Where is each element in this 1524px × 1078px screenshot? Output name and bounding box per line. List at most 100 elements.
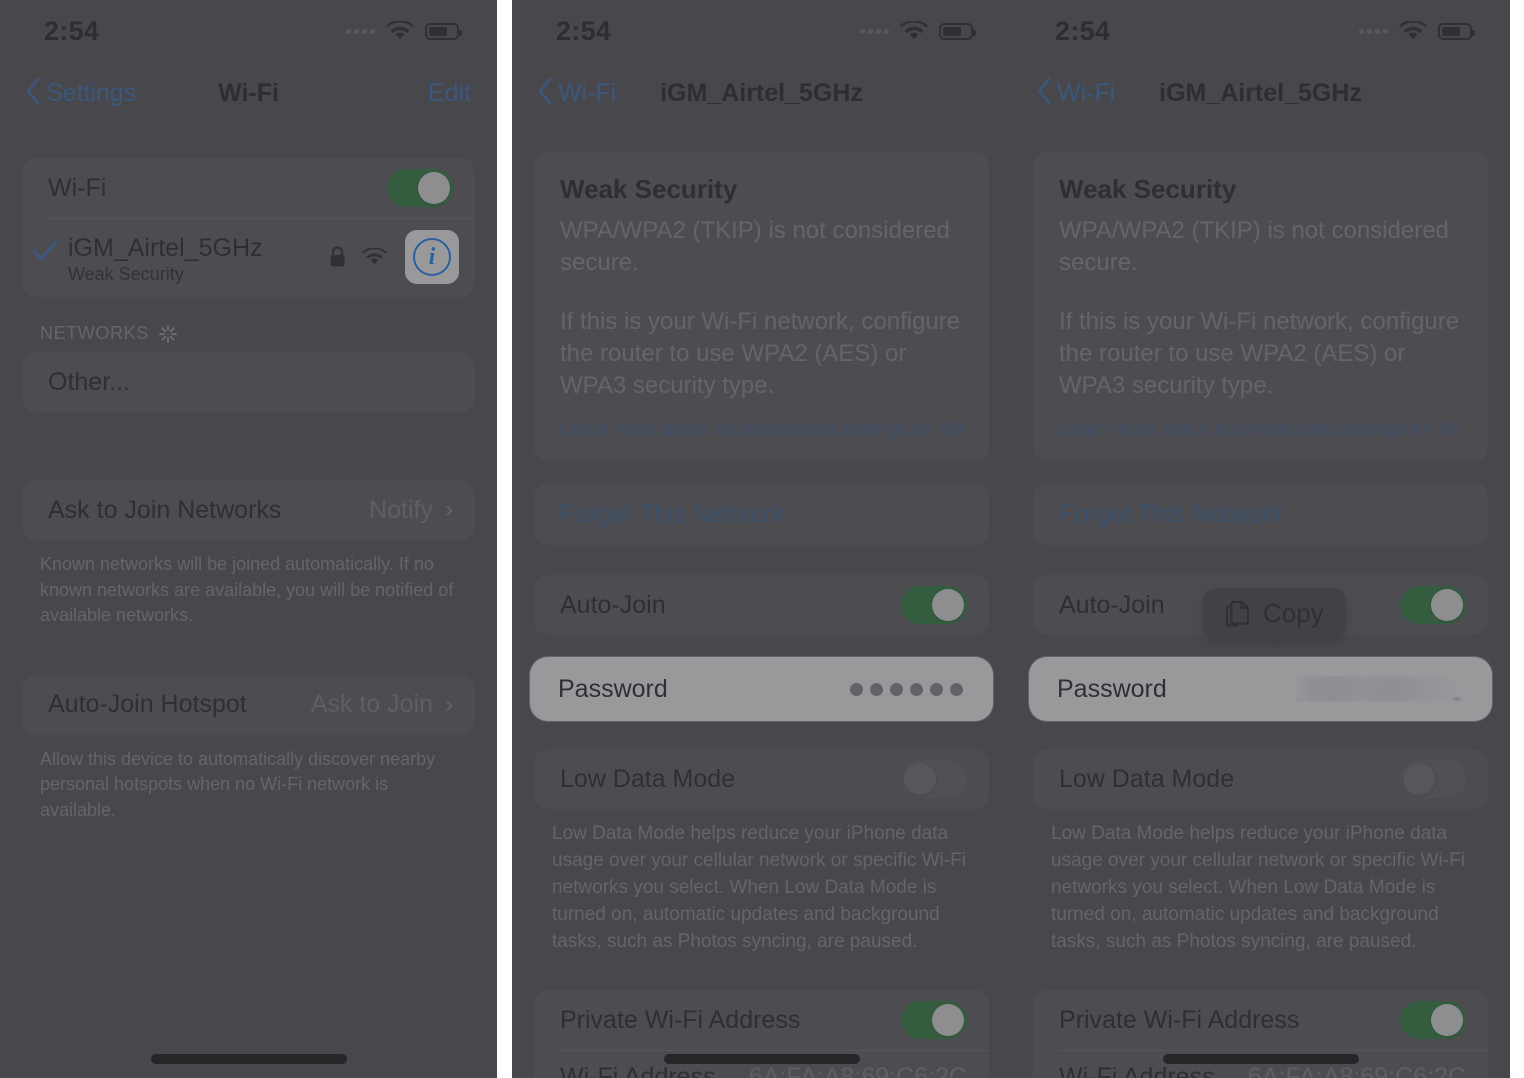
wifi-toggle-row[interactable]: Wi-Fi: [22, 158, 475, 218]
private-wifi-address-label: Private Wi-Fi Address: [560, 1005, 801, 1034]
low-data-mode-toggle[interactable]: [1400, 760, 1466, 799]
auto-join-card: Auto-Join: [534, 575, 989, 636]
weak-security-title: Weak Security: [1059, 174, 1237, 204]
connected-network-row[interactable]: iGM_Airtel_5GHz Weak Security i: [22, 218, 475, 297]
low-data-mode-toggle[interactable]: [901, 760, 967, 799]
low-data-mode-card: Low Data Mode: [1033, 749, 1488, 810]
auto-join-hotspot-row[interactable]: Auto-Join Hotspot Ask to Join ›: [22, 675, 475, 735]
status-bar: 2:54: [0, 0, 497, 62]
wifi-card: Wi-Fi iGM_Airtel_5GHz Weak Security i: [22, 158, 475, 297]
ask-to-join-value: Notify: [369, 495, 433, 524]
back-button-settings[interactable]: Settings: [26, 76, 136, 111]
battery-icon: [425, 22, 462, 40]
low-data-mode-row[interactable]: Low Data Mode: [1033, 749, 1488, 809]
auto-join-hotspot-label: Auto-Join Hotspot: [48, 690, 247, 719]
password-revealed-value-redacted[interactable]: [1294, 676, 1462, 703]
forget-network-card: Forget This Network: [1033, 483, 1488, 546]
weak-security-title: Weak Security: [560, 174, 738, 204]
wifi-icon: [1399, 21, 1427, 41]
copy-menu-label: Copy: [1263, 598, 1324, 628]
private-address-card: Private Wi-Fi Address Wi-Fi Address 6A:F…: [1033, 990, 1488, 1078]
nav-bar: Settings Wi-Fi Edit: [0, 62, 497, 124]
nav-bar: Wi-Fi iGM_Airtel_5GHz: [1011, 62, 1510, 124]
chevron-left-icon: [26, 77, 40, 111]
status-indicators: [860, 21, 976, 41]
password-label: Password: [558, 674, 668, 703]
status-time: 2:54: [1055, 15, 1111, 46]
password-card: Password: [1029, 657, 1492, 722]
weak-security-card: Weak Security WPA/WPA2 (TKIP) is not con…: [534, 152, 989, 462]
low-data-mode-label: Low Data Mode: [560, 764, 736, 793]
panel-wifi-list: 2:54 Settings Wi-Fi Edit Wi-Fi iGM_Airte…: [0, 0, 497, 1078]
low-data-mode-card: Low Data Mode: [534, 749, 989, 810]
loading-spinner-icon: [158, 324, 177, 343]
back-button-label: Settings: [46, 78, 137, 107]
chevron-right-icon: ›: [445, 690, 453, 718]
wifi-address-label: Wi-Fi Address: [560, 1062, 716, 1078]
wifi-toggle[interactable]: [387, 169, 453, 207]
password-card: Password: [530, 657, 993, 722]
weak-security-para-1: WPA/WPA2 (TKIP) is not considered secure…: [560, 217, 950, 276]
private-wifi-address-toggle[interactable]: [1400, 1001, 1466, 1040]
learn-more-link[interactable]: Learn more about recommended settings fo…: [1059, 401, 1462, 441]
wifi-icon: [900, 21, 928, 41]
other-network-row[interactable]: Other...: [22, 352, 475, 412]
wifi-icon: [362, 248, 387, 266]
password-masked-value[interactable]: [850, 682, 963, 696]
weak-security-para-1: WPA/WPA2 (TKIP) is not considered secure…: [1059, 217, 1449, 276]
auto-join-row[interactable]: Auto-Join: [534, 575, 989, 635]
private-wifi-address-row[interactable]: Private Wi-Fi Address: [1033, 990, 1488, 1050]
info-circle-icon: i: [413, 238, 451, 276]
other-network-card: Other...: [22, 352, 475, 412]
auto-join-toggle[interactable]: [901, 586, 967, 625]
forget-network-button[interactable]: Forget This Network: [1033, 483, 1488, 545]
signal-dots-icon: [346, 28, 375, 34]
status-bar: 2:54: [512, 0, 1011, 62]
signal-dots-icon: [1359, 28, 1388, 34]
auto-join-toggle[interactable]: [1400, 586, 1466, 625]
back-button-wifi[interactable]: Wi-Fi: [1037, 76, 1115, 111]
copy-icon: [1225, 600, 1251, 628]
panel-network-details: 2:54 Wi-Fi iGM_Airtel_5GHz Weak Security…: [512, 0, 1011, 1078]
low-data-mode-footer: Low Data Mode helps reduce your iPhone d…: [1051, 823, 1465, 953]
networks-group-header: NETWORKS: [0, 297, 497, 352]
learn-more-link[interactable]: Learn more about recommended settings fo…: [560, 401, 963, 441]
auto-join-label: Auto-Join: [1059, 590, 1165, 619]
weak-security-card: Weak Security WPA/WPA2 (TKIP) is not con…: [1033, 152, 1488, 462]
status-indicators: [1359, 21, 1475, 41]
low-data-mode-footer: Low Data Mode helps reduce your iPhone d…: [552, 823, 966, 953]
weak-security-para-2: If this is your Wi-Fi network, configure…: [1059, 308, 1460, 399]
status-indicators: [346, 21, 462, 41]
auto-join-hotspot-value: Ask to Join: [310, 690, 433, 719]
ask-to-join-footer: Known networks will be joined automatica…: [40, 554, 454, 626]
ask-to-join-label: Ask to Join Networks: [48, 495, 282, 524]
private-wifi-address-row[interactable]: Private Wi-Fi Address: [534, 990, 989, 1050]
networks-header-label: NETWORKS: [40, 323, 149, 343]
status-time: 2:54: [44, 15, 100, 46]
chevron-left-icon: [1037, 77, 1051, 111]
edit-button[interactable]: Edit: [428, 79, 471, 108]
auto-join-hotspot-footer: Allow this device to automatically disco…: [40, 748, 436, 820]
copy-context-menu[interactable]: Copy: [1203, 588, 1346, 648]
back-button-label: Wi-Fi: [558, 78, 617, 107]
battery-icon: [939, 22, 976, 40]
password-row[interactable]: Password: [1029, 657, 1492, 721]
low-data-mode-row[interactable]: Low Data Mode: [534, 749, 989, 809]
home-indicator: [150, 1054, 347, 1064]
ask-to-join-card: Ask to Join Networks Notify ›: [22, 480, 475, 540]
network-info-button[interactable]: i: [405, 230, 459, 284]
home-indicator: [663, 1054, 860, 1064]
wifi-toggle-label: Wi-Fi: [48, 173, 107, 202]
password-row[interactable]: Password: [530, 657, 993, 721]
signal-dots-icon: [860, 28, 889, 34]
checkmark-icon: [32, 230, 62, 262]
forget-network-button[interactable]: Forget This Network: [534, 483, 989, 545]
wifi-address-label: Wi-Fi Address: [1059, 1062, 1215, 1078]
other-network-label: Other...: [48, 367, 130, 396]
ask-to-join-row[interactable]: Ask to Join Networks Notify ›: [22, 480, 475, 540]
private-wifi-address-toggle[interactable]: [901, 1001, 967, 1040]
back-button-wifi[interactable]: Wi-Fi: [538, 76, 616, 111]
forget-network-card: Forget This Network: [534, 483, 989, 546]
network-security-subtitle: Weak Security: [68, 264, 184, 284]
nav-bar: Wi-Fi iGM_Airtel_5GHz: [512, 62, 1011, 124]
